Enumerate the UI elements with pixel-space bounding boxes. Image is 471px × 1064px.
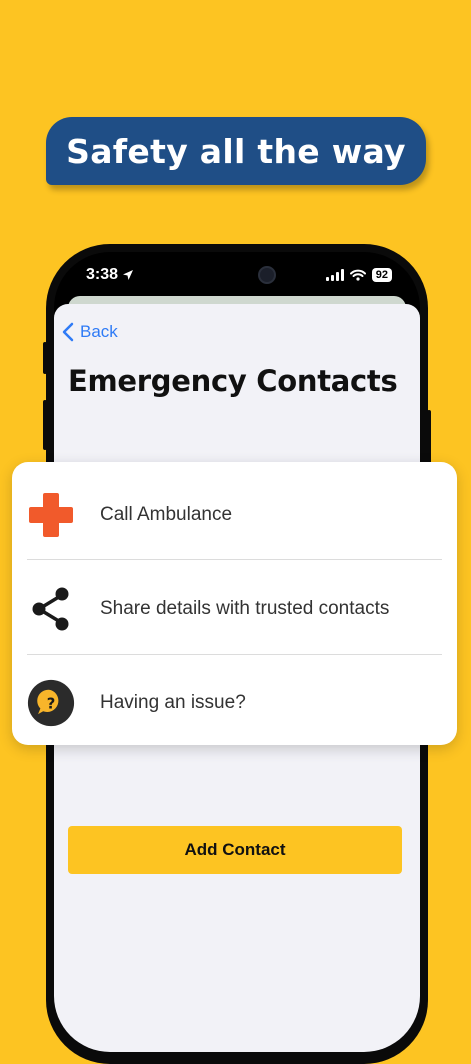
svg-text:?: ?: [47, 696, 56, 713]
share-details-label: Share details with trusted contacts: [100, 598, 390, 619]
status-bar-time: 3:38: [86, 266, 134, 284]
phone-side-button: [43, 400, 47, 450]
share-details-option[interactable]: Share details with trusted contacts: [12, 562, 457, 656]
promo-banner: Safety all the way: [46, 117, 426, 185]
share-icon: [27, 585, 75, 633]
status-time-text: 3:38: [86, 266, 119, 283]
medical-cross-icon: [27, 491, 75, 539]
call-ambulance-option[interactable]: Call Ambulance: [12, 468, 457, 562]
location-arrow-icon: [123, 270, 134, 280]
front-camera: [258, 266, 276, 284]
chevron-left-icon: [62, 322, 74, 342]
add-contact-button[interactable]: Add Contact: [68, 826, 402, 874]
back-button-label: Back: [80, 322, 118, 341]
back-button[interactable]: Back: [62, 322, 118, 342]
wifi-icon: [349, 269, 366, 281]
help-issue-option[interactable]: ? Having an issue?: [12, 656, 457, 750]
status-bar-indicators: 92: [325, 268, 392, 282]
battery-indicator: 92: [371, 268, 392, 282]
divider: [27, 559, 442, 560]
phone-side-button: [43, 342, 47, 374]
divider: [27, 654, 442, 655]
help-issue-label: Having an issue?: [100, 692, 246, 713]
emergency-options-card: Call Ambulance Share details with truste…: [12, 462, 457, 745]
call-ambulance-label: Call Ambulance: [100, 504, 233, 525]
page-title: Emergency Contacts: [68, 364, 398, 398]
help-icon: ?: [27, 679, 75, 727]
promo-banner-text: Safety all the way: [66, 131, 406, 171]
signal-icon: [325, 269, 344, 281]
